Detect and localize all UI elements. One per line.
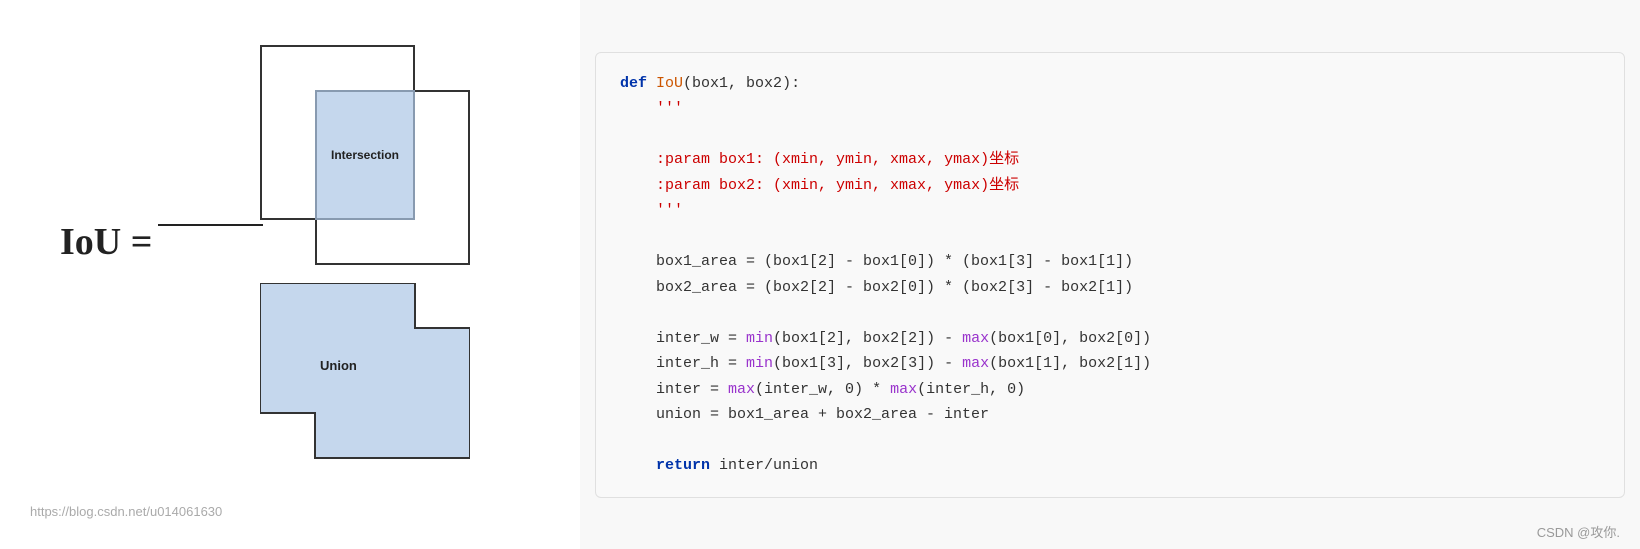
builtin-min-1: min <box>746 330 773 347</box>
intersection-group: Intersection <box>260 45 500 265</box>
builtin-max-4: max <box>890 381 917 398</box>
diagram-panel: IoU = Intersection <box>0 0 580 549</box>
csdn-watermark: CSDN @攻你. <box>1537 522 1620 541</box>
iou-label: IoU = <box>60 220 152 264</box>
code-line-12: inter_h = min(box1[3], box2[3]) - max(bo… <box>620 351 1600 377</box>
union-svg <box>260 283 470 473</box>
builtin-max-1: max <box>962 330 989 347</box>
code-block: def IoU(box1, box2): ''' :param box1: (x… <box>595 52 1625 498</box>
keyword-return: return <box>656 457 710 474</box>
param-box1: :param box1: (xmin, ymin, xmax, ymax)坐标 <box>656 151 1019 168</box>
intersection-fill: Intersection <box>315 90 415 220</box>
keyword-def: def <box>620 75 647 92</box>
union-label: Union <box>320 358 357 373</box>
diagram-boxes: Intersection Union <box>260 45 520 483</box>
code-line-11: inter_w = min(box1[2], box2[2]) - max(bo… <box>620 326 1600 352</box>
intersection-label: Intersection <box>331 148 399 162</box>
fraction-divider <box>155 220 265 230</box>
code-line-10 <box>620 300 1600 326</box>
function-name: IoU <box>656 75 683 92</box>
code-line-15 <box>620 428 1600 454</box>
code-line-7 <box>620 224 1600 250</box>
builtin-min-2: min <box>746 355 773 372</box>
union-group: Union <box>260 273 500 483</box>
code-panel: def IoU(box1, box2): ''' :param box1: (x… <box>580 0 1640 549</box>
iou-diagram: IoU = Intersection <box>60 25 520 525</box>
code-line-8: box1_area = (box1[2] - box1[0]) * (box1[… <box>620 249 1600 275</box>
watermark-url: https://blog.csdn.net/u014061630 <box>30 504 222 519</box>
docstring-open: ''' <box>656 100 683 117</box>
code-line-3 <box>620 122 1600 148</box>
code-line-1: def IoU(box1, box2): <box>620 71 1600 97</box>
param-box2: :param box2: (xmin, ymin, xmax, ymax)坐标 <box>656 177 1019 194</box>
code-line-6: ''' <box>620 198 1600 224</box>
code-line-2: ''' <box>620 96 1600 122</box>
code-line-14: union = box1_area + box2_area - inter <box>620 402 1600 428</box>
fraction-line <box>158 224 263 226</box>
code-line-5: :param box2: (xmin, ymin, xmax, ymax)坐标 <box>620 173 1600 199</box>
code-line-16: return inter/union <box>620 453 1600 479</box>
code-line-4: :param box1: (xmin, ymin, xmax, ymax)坐标 <box>620 147 1600 173</box>
docstring-close: ''' <box>656 202 683 219</box>
builtin-max-3: max <box>728 381 755 398</box>
builtin-max-2: max <box>962 355 989 372</box>
code-line-13: inter = max(inter_w, 0) * max(inter_h, 0… <box>620 377 1600 403</box>
code-line-9: box2_area = (box2[2] - box2[0]) * (box2[… <box>620 275 1600 301</box>
